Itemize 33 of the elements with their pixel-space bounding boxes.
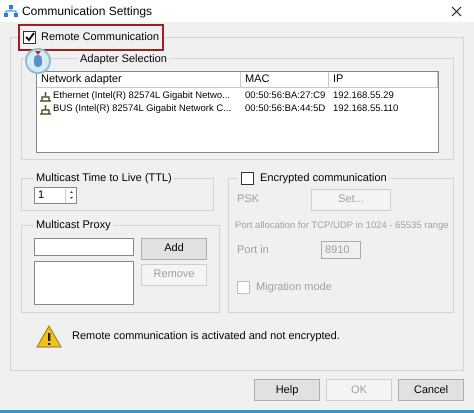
table-cell-text: 192.168.55.110 [332,102,400,116]
table-cell-text: 00:50:56:BA:44:5D [244,102,326,116]
migration-label: Migration mode [256,280,332,295]
port-note: Port allocation for TCP/UDP in 1024 - 65535 range [235,218,450,232]
dialog-button[interactable]: Help [254,379,320,401]
warning-icon [36,325,62,348]
proxy-list[interactable] [34,260,134,304]
table-cell-text: Ethernet (Intel(R) 82574L Gigabit Netwo... [53,89,230,104]
remote-communication-label: Remote Communication [41,30,159,45]
network-adapter-icon [39,91,52,102]
proxy-input-field[interactable] [34,238,134,256]
group-title: Multicast Time to Live (TTL) [36,172,172,184]
checkbox[interactable] [23,30,36,44]
table-cell-text: 192.168.55.29 [332,89,395,104]
ttl-spinner[interactable]: 1 [34,186,77,204]
dialog-button[interactable]: Add [141,238,207,260]
window-title: Communication Settings [22,3,154,20]
dialog-button[interactable]: Cancel [398,379,464,401]
network-adapter-icon [39,104,52,115]
column-header[interactable]: MAC [241,72,329,87]
port-label: Port in [237,242,270,258]
adapter-list[interactable]: Network adapter MAC IP Ethernet (Intel(R) 82574L Gigabit Netwo... 00:50:56:BA:27:C9 192.168.55.29 BUS (Intel(R) 82574L Gigabit Network C... 00:50:56:BA:44:5D 192.168.55.110 [36,71,439,153]
encryption-label: Encrypted communication [260,171,387,186]
psk-label: PSK [237,192,260,208]
group-title: Multicast Proxy [36,219,111,231]
column-header[interactable]: IP [329,72,438,87]
network-icon [4,5,18,17]
table-cell-text: BUS (Intel(R) 82574L Gigabit Network C... [53,102,232,116]
warning-message: Remote communication is activated and not encrypted. [72,329,340,344]
group-title: Adapter Selection [80,52,167,64]
table-cell-text: 00:50:56:BA:27:C9 [244,89,326,104]
mouse-click-callout [24,46,52,74]
close-icon[interactable] [451,6,462,16]
